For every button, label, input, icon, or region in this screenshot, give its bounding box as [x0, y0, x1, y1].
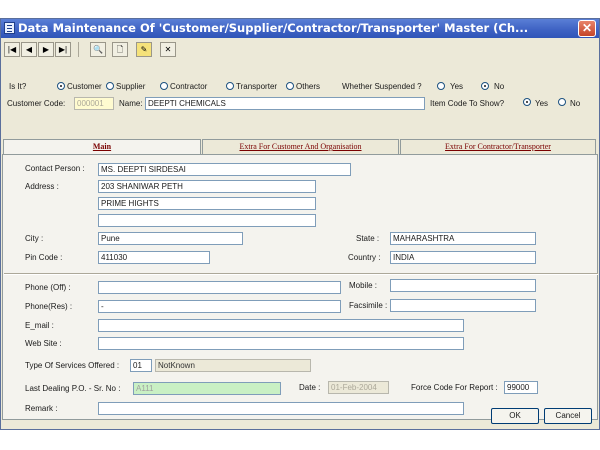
- date-label: Date :: [299, 383, 321, 392]
- address-line-1-field[interactable]: 203 SHANIWAR PETH: [98, 180, 316, 193]
- address-line-2-field[interactable]: PRIME HIGHTS: [98, 197, 316, 210]
- edit-icon[interactable]: ✎: [136, 42, 152, 57]
- tab-extra-contractor[interactable]: Extra For Contractor/Transporter: [400, 139, 596, 154]
- tab-main[interactable]: Main: [3, 139, 201, 155]
- find-icon[interactable]: 🔍: [90, 42, 106, 57]
- email-field[interactable]: [98, 319, 464, 332]
- radio-others[interactable]: [286, 82, 294, 90]
- email-label: E_mail :: [25, 321, 54, 330]
- customer-code-field[interactable]: 000001: [74, 97, 114, 110]
- suspended-label: Whether Suspended ?: [342, 82, 422, 91]
- radio-transporter-label: Transporter: [236, 82, 278, 91]
- ok-button[interactable]: OK: [491, 408, 539, 424]
- radio-transporter[interactable]: [226, 82, 234, 90]
- radio-supplier-label: Supplier: [116, 82, 146, 91]
- facsimile-label: Facsimile :: [349, 301, 388, 310]
- phone-office-label: Phone (Off) :: [25, 283, 71, 292]
- services-name-field: NotKnown: [155, 359, 311, 372]
- last-po-field[interactable]: A111: [133, 382, 281, 395]
- window-title: Data Maintenance Of 'Customer/Supplier/C…: [18, 21, 529, 35]
- services-label: Type Of Services Offered :: [25, 361, 120, 370]
- radio-suspended-yes[interactable]: [437, 82, 445, 90]
- address-line-3-field[interactable]: [98, 214, 316, 227]
- services-code-field[interactable]: 01: [130, 359, 152, 372]
- city-label: City :: [25, 234, 44, 243]
- website-field[interactable]: [98, 337, 464, 350]
- city-field[interactable]: Pune: [98, 232, 243, 245]
- date-field[interactable]: 01-Feb-2004: [328, 381, 389, 394]
- radio-contractor[interactable]: [160, 82, 168, 90]
- force-code-label: Force Code For Report :: [411, 383, 498, 392]
- prev-record-button[interactable]: ◀: [21, 42, 37, 57]
- pin-code-label: Pin Code :: [25, 253, 63, 262]
- address-label: Address :: [25, 182, 59, 191]
- toolbar-separator: [78, 42, 79, 57]
- is-it-label: Is It?: [9, 82, 27, 91]
- main-tab-panel: Contact Person : MS. DEEPTI SIRDESAI Add…: [2, 154, 598, 420]
- tab-extra-customer[interactable]: Extra For Customer And Organisation: [202, 139, 399, 154]
- name-field[interactable]: DEEPTI CHEMICALS: [145, 97, 425, 110]
- facsimile-field[interactable]: [390, 299, 536, 312]
- customer-code-label: Customer Code:: [7, 99, 66, 108]
- name-label: Name:: [119, 99, 143, 108]
- item-code-label: Item Code To Show?: [430, 99, 505, 108]
- radio-itemcode-yes[interactable]: [523, 98, 531, 106]
- website-label: Web Site :: [25, 339, 62, 348]
- country-field[interactable]: INDIA: [390, 251, 536, 264]
- main-window: Data Maintenance Of 'Customer/Supplier/C…: [0, 18, 600, 430]
- last-po-label: Last Dealing P.O. - Sr. No :: [25, 384, 121, 393]
- state-field[interactable]: MAHARASHTRA: [390, 232, 536, 245]
- title-bar: Data Maintenance Of 'Customer/Supplier/C…: [1, 19, 599, 38]
- mobile-label: Mobile :: [349, 281, 378, 290]
- new-document-icon[interactable]: 🗋: [112, 42, 128, 57]
- contact-person-field[interactable]: MS. DEEPTI SIRDESAI: [98, 163, 351, 176]
- radio-customer-label: Customer: [67, 82, 102, 91]
- cancel-button[interactable]: Cancel: [544, 408, 592, 424]
- section-divider: [4, 273, 598, 275]
- phone-office-field[interactable]: [98, 281, 341, 294]
- radio-itemcode-yes-label: Yes: [535, 99, 549, 108]
- radio-itemcode-no-label: No: [570, 99, 581, 108]
- app-icon: [4, 22, 15, 34]
- pin-code-field[interactable]: 411030: [98, 251, 210, 264]
- radio-others-label: Others: [296, 82, 321, 91]
- radio-customer[interactable]: [57, 82, 65, 90]
- country-label: Country :: [348, 253, 381, 262]
- radio-contractor-label: Contractor: [170, 82, 208, 91]
- radio-suspended-no-label: No: [494, 82, 505, 91]
- phone-res-label: Phone(Res) :: [25, 302, 73, 311]
- delete-icon[interactable]: ✕: [160, 42, 176, 57]
- radio-suspended-no[interactable]: [481, 82, 489, 90]
- force-code-field[interactable]: 99000: [504, 381, 538, 394]
- close-button[interactable]: ✕: [578, 20, 596, 37]
- phone-res-field[interactable]: -: [98, 300, 341, 313]
- mobile-field[interactable]: [390, 279, 536, 292]
- toolbar: |◀ ◀ ▶ ▶| 🔍 🗋 ✎ ✕: [2, 39, 598, 61]
- radio-supplier[interactable]: [106, 82, 114, 90]
- radio-itemcode-no[interactable]: [558, 98, 566, 106]
- next-record-button[interactable]: ▶: [38, 42, 54, 57]
- state-label: State :: [356, 234, 380, 243]
- remark-field[interactable]: [98, 402, 464, 415]
- contact-person-label: Contact Person :: [25, 164, 85, 173]
- first-record-button[interactable]: |◀: [4, 42, 20, 57]
- remark-label: Remark :: [25, 404, 58, 413]
- radio-suspended-yes-label: Yes: [450, 82, 464, 91]
- last-record-button[interactable]: ▶|: [55, 42, 71, 57]
